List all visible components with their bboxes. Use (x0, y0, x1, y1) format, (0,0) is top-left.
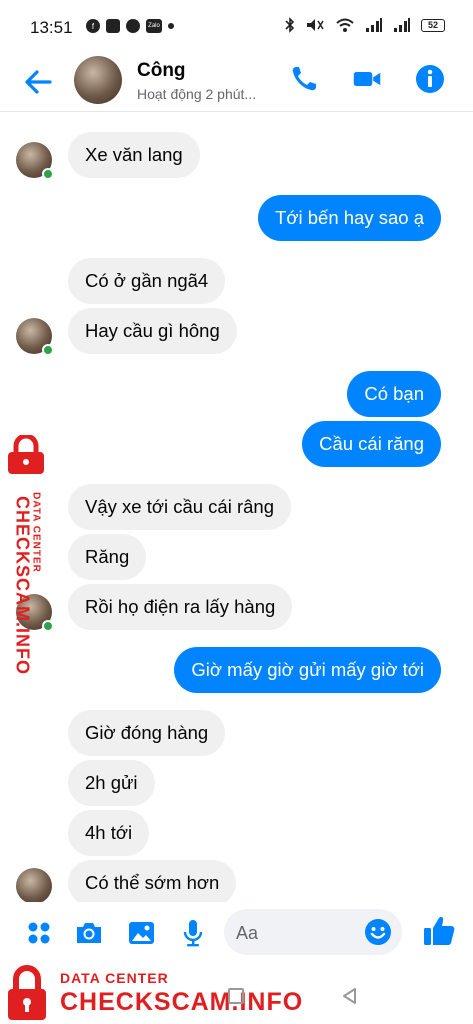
message-bubble-incoming[interactable]: Rồi họ điện ra lấy hàng (68, 584, 293, 630)
online-indicator (42, 168, 54, 180)
sender-avatar[interactable] (16, 868, 52, 904)
battery-indicator: 52 (421, 18, 445, 32)
system-icons: 52 (285, 17, 445, 33)
message-bubble-incoming[interactable]: Vậy xe tới cầu cái râng (68, 484, 292, 530)
message-bubble-outgoing[interactable]: Tới bến hay sao ạ (258, 195, 441, 241)
apps-menu-icon[interactable] (24, 918, 54, 948)
message-bubble-outgoing[interactable]: Giờ mấy giờ gửi mấy giờ tới (174, 647, 441, 693)
message-input[interactable]: Aa (224, 909, 402, 955)
back-arrow-icon[interactable] (20, 64, 56, 100)
nav-home-button[interactable] (228, 988, 244, 1004)
message-bubble-incoming[interactable]: Có thể sớm hơn (68, 860, 237, 906)
gallery-icon[interactable] (126, 918, 156, 948)
message-bubble-incoming[interactable]: 2h gửi (68, 760, 155, 806)
more-notifications-dot (168, 23, 174, 29)
message-bubble-incoming[interactable]: Giờ đóng hàng (68, 710, 226, 756)
wifi-icon (336, 18, 354, 32)
contact-name[interactable]: Công (137, 60, 186, 82)
watermark-subtitle: DATA CENTER (60, 970, 169, 986)
message-input-placeholder: Aa (236, 923, 259, 943)
message-bubble-incoming[interactable]: Răng (68, 534, 147, 580)
messenger-icon (126, 19, 140, 33)
like-thumb-icon[interactable] (422, 914, 456, 948)
emoji-icon[interactable] (364, 918, 392, 946)
chat-header: Công Hoạt động 2 phút... (0, 56, 473, 112)
watermark-brand: CHECKSCAM.INFO (12, 496, 33, 675)
camera-icon[interactable] (74, 918, 104, 948)
shield-app-icon (106, 19, 120, 33)
notification-icons: f Zalo (86, 19, 174, 33)
nav-back-icon[interactable] (340, 986, 360, 1006)
message-bubble-incoming[interactable]: 4h tới (68, 810, 150, 856)
bottom-bar: DATA CENTER CHECKSCAM.INFO (0, 964, 473, 1024)
message-bubble-incoming[interactable]: Xe văn lang (68, 132, 200, 178)
lock-icon (8, 965, 46, 1020)
status-bar: 13:51 f Zalo 52 (0, 0, 473, 56)
signal-icon-1 (366, 18, 382, 32)
message-bubble-incoming[interactable]: Có ở gần ngã4 (68, 258, 226, 304)
message-bubble-outgoing[interactable]: Có bạn (347, 371, 441, 417)
zalo-icon: Zalo (146, 19, 162, 33)
contact-active-status: Hoạt động 2 phút... (137, 86, 257, 102)
bluetooth-icon (285, 17, 295, 33)
video-call-icon[interactable] (352, 64, 382, 94)
message-bubble-incoming[interactable]: Hay cầu gì hông (68, 308, 237, 354)
contact-avatar[interactable] (74, 56, 122, 104)
mute-icon (307, 19, 324, 31)
microphone-icon[interactable] (178, 918, 208, 948)
message-composer: Aa (0, 902, 473, 964)
facebook-icon: f (86, 19, 100, 33)
online-indicator (42, 344, 54, 356)
info-icon[interactable] (415, 64, 445, 94)
sender-avatar[interactable] (16, 142, 54, 180)
watermark-brand: CHECKSCAM.INFO (60, 988, 304, 1016)
phone-call-icon[interactable] (289, 64, 319, 94)
sender-avatar[interactable] (16, 318, 54, 356)
watermark-vertical: DATA CENTER CHECKSCAM.INFO (2, 435, 50, 675)
signal-icon-2 (394, 18, 410, 32)
status-time: 13:51 (30, 18, 73, 37)
message-bubble-outgoing[interactable]: Cầu cái răng (302, 421, 441, 467)
